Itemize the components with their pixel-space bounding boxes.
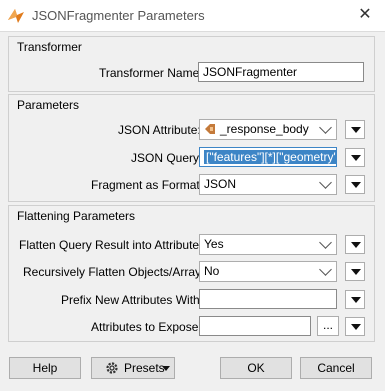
recursive-select[interactable]: No xyxy=(199,261,337,282)
json-attribute-menu-button[interactable] xyxy=(345,120,365,139)
expose-menu-button[interactable] xyxy=(345,317,365,336)
group-title-transformer: Transformer xyxy=(17,40,82,54)
fragment-format-label: Fragment as Format: xyxy=(91,178,204,192)
recursive-menu-button[interactable] xyxy=(345,262,365,281)
triangle-down-icon xyxy=(351,269,361,275)
fragment-format-value: JSON xyxy=(204,177,237,191)
expose-browse-button[interactable]: ... xyxy=(317,316,339,336)
triangle-down-icon xyxy=(351,297,361,303)
json-attribute-label: JSON Attribute: xyxy=(118,123,201,137)
prefix-label: Prefix New Attributes With: xyxy=(61,293,204,307)
expose-input[interactable] xyxy=(199,316,311,336)
transformer-group: Transformer Transformer Name: JSONFragme… xyxy=(8,36,375,92)
flattening-group: Flattening Parameters Flatten Query Resu… xyxy=(8,205,375,342)
fragment-format-menu-button[interactable] xyxy=(345,175,365,194)
attribute-icon xyxy=(205,124,215,134)
recursive-value: No xyxy=(204,264,220,278)
json-attribute-select[interactable]: _response_body xyxy=(199,119,337,140)
triangle-down-icon xyxy=(162,366,170,371)
flatten-label: Flatten Query Result into Attributes: xyxy=(19,238,209,252)
flatten-menu-button[interactable] xyxy=(345,235,365,254)
group-title-parameters: Parameters xyxy=(17,98,80,112)
flatten-value: Yes xyxy=(204,237,224,251)
transformer-name-input[interactable]: JSONFragmenter xyxy=(198,62,364,82)
chevron-down-icon xyxy=(319,176,332,189)
transformer-name-label: Transformer Name: xyxy=(99,66,203,80)
json-query-menu-button[interactable] xyxy=(345,148,365,167)
presets-label: Presets xyxy=(124,361,165,375)
triangle-down-icon xyxy=(351,182,361,188)
cancel-button[interactable]: Cancel xyxy=(300,357,372,379)
triangle-down-icon xyxy=(351,155,361,161)
prefix-menu-button[interactable] xyxy=(345,290,365,309)
title-bar: JSONFragmenter Parameters ✕ xyxy=(0,0,385,32)
fragment-format-select[interactable]: JSON xyxy=(199,174,337,195)
json-attribute-value: _response_body xyxy=(220,122,309,136)
fme-app-icon xyxy=(8,9,24,23)
json-query-input[interactable]: ["features"][*]["geometry"] xyxy=(199,147,337,167)
flatten-select[interactable]: Yes xyxy=(199,234,337,255)
parameters-group: Parameters JSON Attribute: _response_bod… xyxy=(8,94,375,202)
prefix-input[interactable] xyxy=(199,289,337,309)
ok-button[interactable]: OK xyxy=(220,357,292,379)
chevron-down-icon xyxy=(319,236,332,249)
close-icon[interactable]: ✕ xyxy=(355,4,375,24)
json-query-label: JSON Query: xyxy=(131,151,203,165)
presets-button[interactable]: Presets xyxy=(91,357,175,379)
expose-label: Attributes to Expose: xyxy=(91,320,202,334)
help-button[interactable]: Help xyxy=(9,357,81,379)
recursive-label: Recursively Flatten Objects/Arrays: xyxy=(23,265,211,279)
group-title-flattening: Flattening Parameters xyxy=(17,209,136,223)
json-query-selected-text: ["features"][*]["geometry"] xyxy=(204,150,336,164)
triangle-down-icon xyxy=(351,242,361,248)
triangle-down-icon xyxy=(351,324,361,330)
chevron-down-icon xyxy=(319,263,332,276)
window-title: JSONFragmenter Parameters xyxy=(32,8,205,23)
chevron-down-icon xyxy=(319,121,332,134)
gear-icon xyxy=(106,362,118,374)
triangle-down-icon xyxy=(351,127,361,133)
